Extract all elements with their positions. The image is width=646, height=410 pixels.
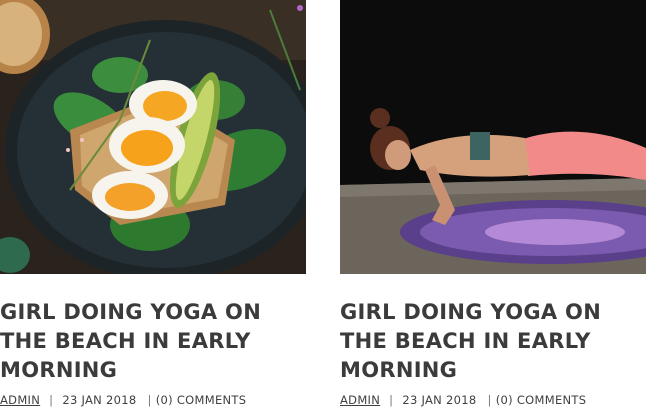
meta-separator: |	[49, 393, 54, 407]
post-title-line: MORNING	[0, 358, 118, 382]
post-thumbnail[interactable]	[340, 0, 646, 274]
yoga-photo	[340, 0, 646, 274]
post-thumbnail[interactable]	[0, 0, 306, 274]
post-meta: ADMIN | 23 JAN 2018 | (0) COMMENTS	[0, 393, 306, 407]
post-title-line: GIRL DOING YOGA ON	[0, 300, 262, 324]
post-date: 23 JAN 2018	[402, 393, 477, 407]
meta-separator: |	[487, 393, 492, 407]
post-title-line: THE BEACH IN EARLY	[0, 329, 251, 353]
comments-link[interactable]: (0) COMMENTS	[496, 393, 587, 407]
meta-separator: |	[147, 393, 152, 407]
meta-separator: |	[389, 393, 394, 407]
food-photo	[0, 0, 306, 274]
post-title-line: THE BEACH IN EARLY	[340, 329, 591, 353]
author-link[interactable]: ADMIN	[340, 393, 380, 407]
post-date: 23 JAN 2018	[62, 393, 137, 407]
post-meta: ADMIN | 23 JAN 2018 | (0) COMMENTS	[340, 393, 646, 407]
blog-post-card: GIRL DOING YOGA ON THE BEACH IN EARLY MO…	[340, 0, 646, 407]
blog-post-card: GIRL DOING YOGA ON THE BEACH IN EARLY MO…	[0, 0, 306, 407]
author-link[interactable]: ADMIN	[0, 393, 40, 407]
post-title[interactable]: GIRL DOING YOGA ON THE BEACH IN EARLY MO…	[340, 298, 646, 385]
post-title[interactable]: GIRL DOING YOGA ON THE BEACH IN EARLY MO…	[0, 298, 306, 385]
post-title-line: MORNING	[340, 358, 458, 382]
post-title-line: GIRL DOING YOGA ON	[340, 300, 602, 324]
comments-link[interactable]: (0) COMMENTS	[156, 393, 247, 407]
